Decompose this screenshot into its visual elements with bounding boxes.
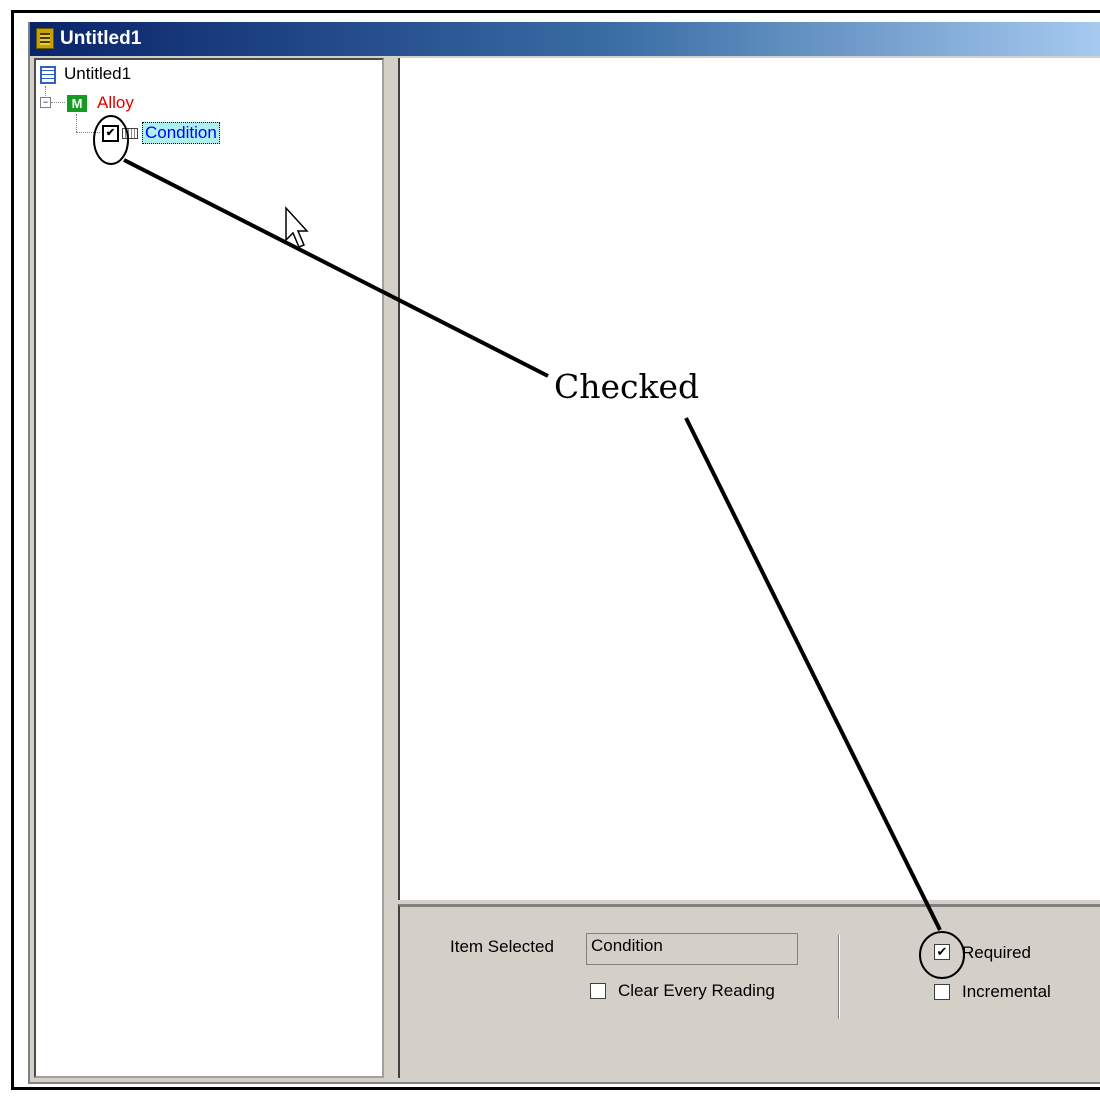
callout-line-tree: [123, 158, 549, 378]
annotation-label: Checked: [554, 367, 700, 406]
annotation-overlay: [93, 115, 965, 979]
mouse-cursor-icon: [285, 206, 309, 248]
callout-line-required: [684, 417, 942, 931]
required-checkbox-circle: [919, 931, 965, 979]
tree-checkbox-circle: [93, 115, 129, 165]
